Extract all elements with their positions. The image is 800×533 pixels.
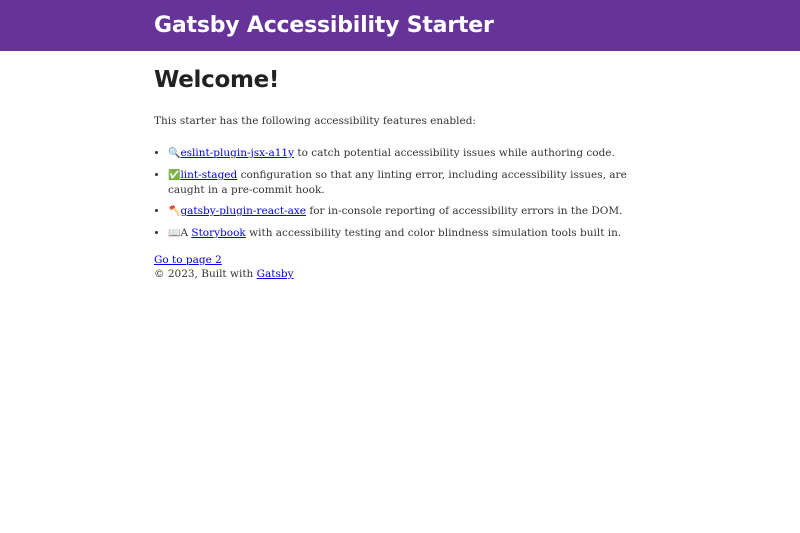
footer-text: © 2023, Built with xyxy=(154,268,257,280)
magnifier-icon: 🔍 xyxy=(168,148,181,159)
check-mark-icon: ✅ xyxy=(168,170,181,181)
list-item: 🔍eslint-plugin-jsx-a11y to catch potenti… xyxy=(168,146,644,161)
eslint-plugin-link[interactable]: eslint-plugin-jsx-a11y xyxy=(180,147,294,159)
book-icon: 📖 xyxy=(168,228,181,239)
site-title-link[interactable]: Gatsby Accessibility Starter xyxy=(154,13,494,38)
feature-description: with accessibility testing and color bli… xyxy=(245,227,622,239)
feature-prefix: A xyxy=(180,227,192,239)
header-inner: Gatsby Accessibility Starter xyxy=(154,0,644,51)
axe-icon: 🪓 xyxy=(168,206,181,217)
feature-description: for in-console reporting of accessibilit… xyxy=(306,205,623,217)
page-2-link[interactable]: Go to page 2 xyxy=(154,254,222,266)
page-links: Go to page 2 xyxy=(154,253,644,267)
feature-description: to catch potential accessibility issues … xyxy=(294,147,615,159)
main-content: Welcome! This starter has the following … xyxy=(154,67,644,281)
feature-description: configuration so that any linting error,… xyxy=(168,169,627,196)
list-item: 🪓gatsby-plugin-react-axe for in-console … xyxy=(168,204,644,219)
storybook-link[interactable]: Storybook xyxy=(191,227,245,239)
list-item: 📖A Storybook with accessibility testing … xyxy=(168,226,644,241)
intro-text: This starter has the following accessibi… xyxy=(154,115,476,127)
page-heading: Welcome! xyxy=(154,67,280,93)
feature-list: 🔍eslint-plugin-jsx-a11y to catch potenti… xyxy=(154,146,644,241)
site-footer: © 2023, Built with Gatsby xyxy=(154,267,644,281)
list-item: ✅lint-staged configuration so that any l… xyxy=(168,168,644,197)
site-header: Gatsby Accessibility Starter xyxy=(0,0,800,51)
gatsby-link[interactable]: Gatsby xyxy=(257,268,294,280)
lint-staged-link[interactable]: lint-staged xyxy=(180,169,237,181)
react-axe-link[interactable]: gatsby-plugin-react-axe xyxy=(180,205,306,217)
